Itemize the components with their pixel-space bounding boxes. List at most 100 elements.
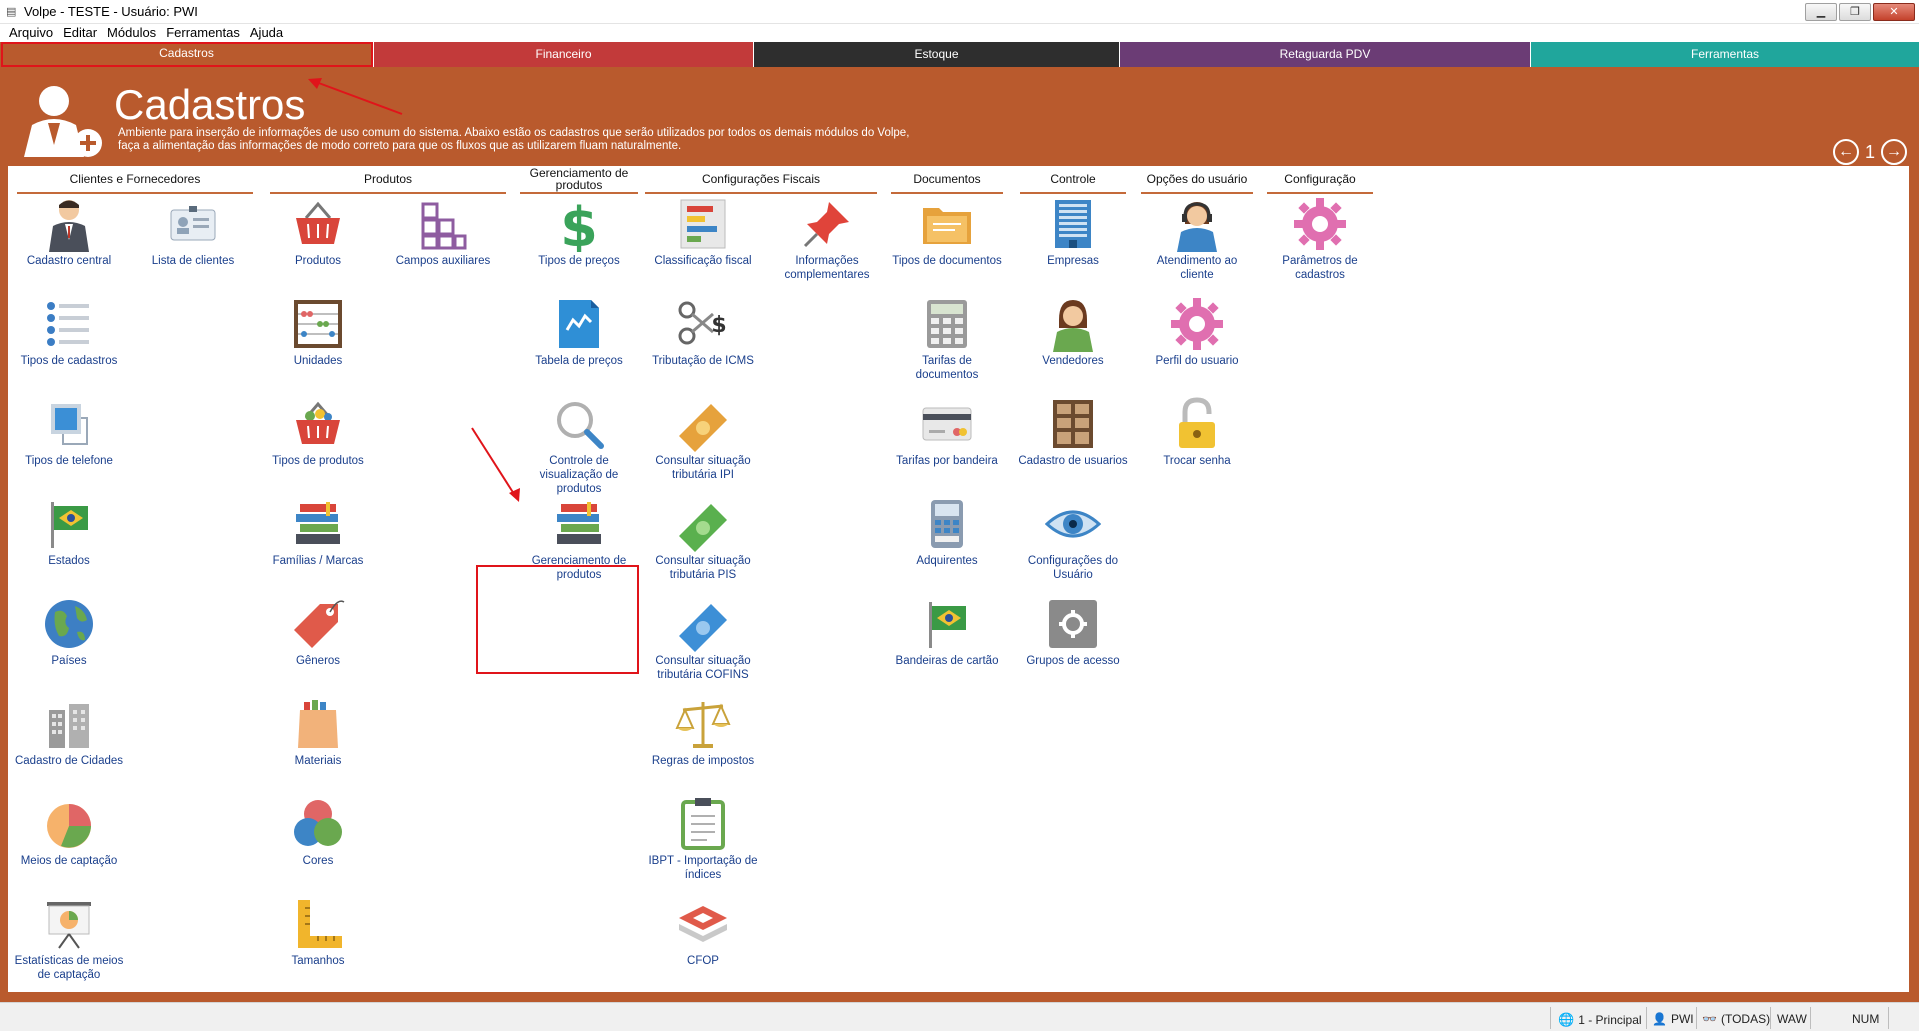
- cadastro-usuarios-item[interactable]: Cadastro de usuarios: [1018, 396, 1128, 468]
- bandeiras-cartao-item[interactable]: Bandeiras de cartão: [892, 596, 1002, 668]
- maximize-button[interactable]: ❐: [1839, 3, 1871, 21]
- next-page-button[interactable]: →: [1881, 139, 1907, 165]
- meios-captacao-label: Meios de captação: [20, 855, 118, 867]
- column-header-fiscais: Configurações Fiscais: [645, 166, 877, 194]
- tipos-cadastros-item[interactable]: Tipos de cadastros: [14, 296, 124, 368]
- produtos-label: Produtos: [294, 255, 342, 267]
- estatisticas-item[interactable]: Estatísticas de meios de captação: [14, 896, 124, 982]
- tab-estoque[interactable]: Estoque: [754, 42, 1120, 67]
- familias-item[interactable]: Famílias / Marcas: [263, 496, 373, 568]
- color-circles-icon: [294, 800, 342, 846]
- basket-full-icon: [296, 401, 340, 444]
- woman-icon: [1053, 300, 1093, 352]
- parametros-cadastros-label: Parâmetros de cadastros: [1282, 255, 1358, 281]
- bandeiras-cartao-label: Bandeiras de cartão: [895, 655, 999, 667]
- prev-page-button[interactable]: ←: [1832, 139, 1859, 165]
- gear-icon: [1171, 298, 1223, 350]
- cores-label: Cores: [302, 855, 334, 867]
- configuracoes-usuario-item[interactable]: Configurações do Usuário: [1018, 496, 1128, 582]
- tipos-telefone-item[interactable]: Tipos de telefone: [14, 396, 124, 468]
- tarifas-bandeira-label: Tarifas por bandeira: [896, 455, 998, 467]
- books-icon: [296, 502, 340, 544]
- abacus-icon: [294, 300, 342, 348]
- tab-retaguarda-pdv[interactable]: Retaguarda PDV: [1120, 42, 1531, 67]
- atendimento-item[interactable]: Atendimento ao cliente: [1142, 196, 1252, 282]
- consultar-pis-item[interactable]: Consultar situação tributária PIS: [648, 496, 758, 582]
- campos-auxiliares-item[interactable]: Campos auxiliares: [388, 196, 498, 268]
- cadastro-cidades-item[interactable]: Cadastro de Cidades: [14, 696, 124, 768]
- trocar-senha-item[interactable]: Trocar senha: [1142, 396, 1252, 468]
- consultar-cofins-item[interactable]: Consultar situação tributária COFINS: [648, 596, 758, 682]
- classificacao-fiscal-item[interactable]: Classificação fiscal: [648, 196, 758, 268]
- scissors-dollar-icon: $: [678, 301, 727, 345]
- dollar-icon: $: [560, 196, 598, 252]
- grupos-acesso-item[interactable]: Grupos de acesso: [1018, 596, 1128, 668]
- trocar-senha-label: Trocar senha: [1163, 455, 1231, 467]
- vendedores-item[interactable]: Vendedores: [1018, 296, 1128, 368]
- menu-modulos[interactable]: Módulos: [102, 24, 161, 42]
- consultar-ipi-item[interactable]: Consultar situação tributária IPI: [648, 396, 758, 482]
- pushpin-icon: [803, 202, 849, 248]
- settings-gear-icon: [1049, 600, 1097, 648]
- tipos-produtos-item[interactable]: Tipos de produtos: [263, 396, 373, 468]
- informacoes-complementares-item[interactable]: Informações complementares: [772, 196, 882, 282]
- layers-icon: [679, 906, 727, 942]
- cfop-item[interactable]: CFOP: [648, 896, 758, 968]
- globe-icon: [45, 600, 93, 648]
- tributacao-icms-item[interactable]: $ Tributação de ICMS: [648, 296, 758, 368]
- annotation-arrow-gerenciamento: [471, 427, 520, 502]
- close-button[interactable]: ✕: [1873, 3, 1915, 21]
- tipos-precos-label: Tipos de preços: [538, 255, 620, 267]
- menu-editar[interactable]: Editar: [58, 24, 102, 42]
- menu-ajuda[interactable]: Ajuda: [245, 24, 288, 42]
- menu-ferramentas[interactable]: Ferramentas: [161, 24, 245, 42]
- regras-impostos-item[interactable]: Regras de impostos: [648, 696, 758, 768]
- calculator-icon: [927, 300, 967, 348]
- ibpt-item[interactable]: IBPT - Importação de índices: [648, 796, 758, 882]
- books-icon: [557, 502, 601, 544]
- tipos-documentos-item[interactable]: Tipos de documentos: [892, 196, 1002, 268]
- perfil-usuario-item[interactable]: Perfil do usuario: [1142, 296, 1252, 368]
- status-principal-text: 1 - Principal: [1578, 1013, 1642, 1027]
- unidades-item[interactable]: Unidades: [263, 296, 373, 368]
- status-todas: 👓 (TODAS): [1702, 1012, 1770, 1026]
- estados-item[interactable]: Estados: [14, 496, 124, 568]
- money-bill-icon: [679, 404, 727, 452]
- meios-captacao-item[interactable]: Meios de captação: [14, 796, 124, 868]
- lista-clientes-item[interactable]: Lista de clientes: [138, 196, 248, 268]
- estados-label: Estados: [48, 555, 90, 567]
- page-description-line1: Ambiente para inserção de informações de…: [118, 127, 910, 139]
- materiais-label: Materiais: [294, 755, 342, 767]
- perfil-usuario-label: Perfil do usuario: [1155, 355, 1239, 367]
- parametros-cadastros-item[interactable]: Parâmetros de cadastros: [1265, 196, 1375, 282]
- tabela-precos-item[interactable]: Tabela de preços: [524, 296, 634, 368]
- tarifas-bandeira-item[interactable]: Tarifas por bandeira: [892, 396, 1002, 468]
- tab-financeiro[interactable]: Financeiro: [374, 42, 754, 67]
- minimize-button[interactable]: ▁: [1805, 3, 1837, 21]
- consultar-ipi-label: Consultar situação tributária IPI: [655, 455, 751, 481]
- generos-item[interactable]: Gêneros: [263, 596, 373, 668]
- column-header-produtos: Produtos: [270, 166, 506, 194]
- status-principal: 🌐 1 - Principal: [1558, 1012, 1642, 1028]
- tamanhos-item[interactable]: Tamanhos: [263, 896, 373, 968]
- tipos-precos-item[interactable]: $ Tipos de preços: [524, 196, 634, 268]
- bar-table-icon: [680, 199, 726, 249]
- cadastro-central-item[interactable]: Cadastro central: [14, 196, 124, 268]
- lista-clientes-label: Lista de clientes: [151, 255, 235, 267]
- pager: ← 1 →: [1832, 139, 1907, 165]
- app-icon: ▤: [6, 6, 17, 18]
- controle-visualizacao-item[interactable]: Controle de visualização de produtos: [524, 396, 634, 496]
- status-user: 👤 PWI: [1652, 1012, 1694, 1026]
- cores-item[interactable]: Cores: [263, 796, 373, 868]
- tarifas-documentos-label: Tarifas de documentos: [915, 355, 979, 381]
- tarifas-documentos-item[interactable]: Tarifas de documentos: [892, 296, 1002, 382]
- adquirentes-item[interactable]: Adquirentes: [892, 496, 1002, 568]
- materiais-item[interactable]: Materiais: [263, 696, 373, 768]
- menu-arquivo[interactable]: Arquivo: [4, 24, 58, 42]
- empresas-item[interactable]: Empresas: [1018, 196, 1128, 268]
- produtos-item[interactable]: Produtos: [263, 196, 373, 268]
- paises-item[interactable]: Países: [14, 596, 124, 668]
- tab-ferramentas[interactable]: Ferramentas: [1531, 42, 1919, 67]
- user-add-icon: [24, 86, 102, 157]
- column-header-controle: Controle: [1020, 166, 1126, 194]
